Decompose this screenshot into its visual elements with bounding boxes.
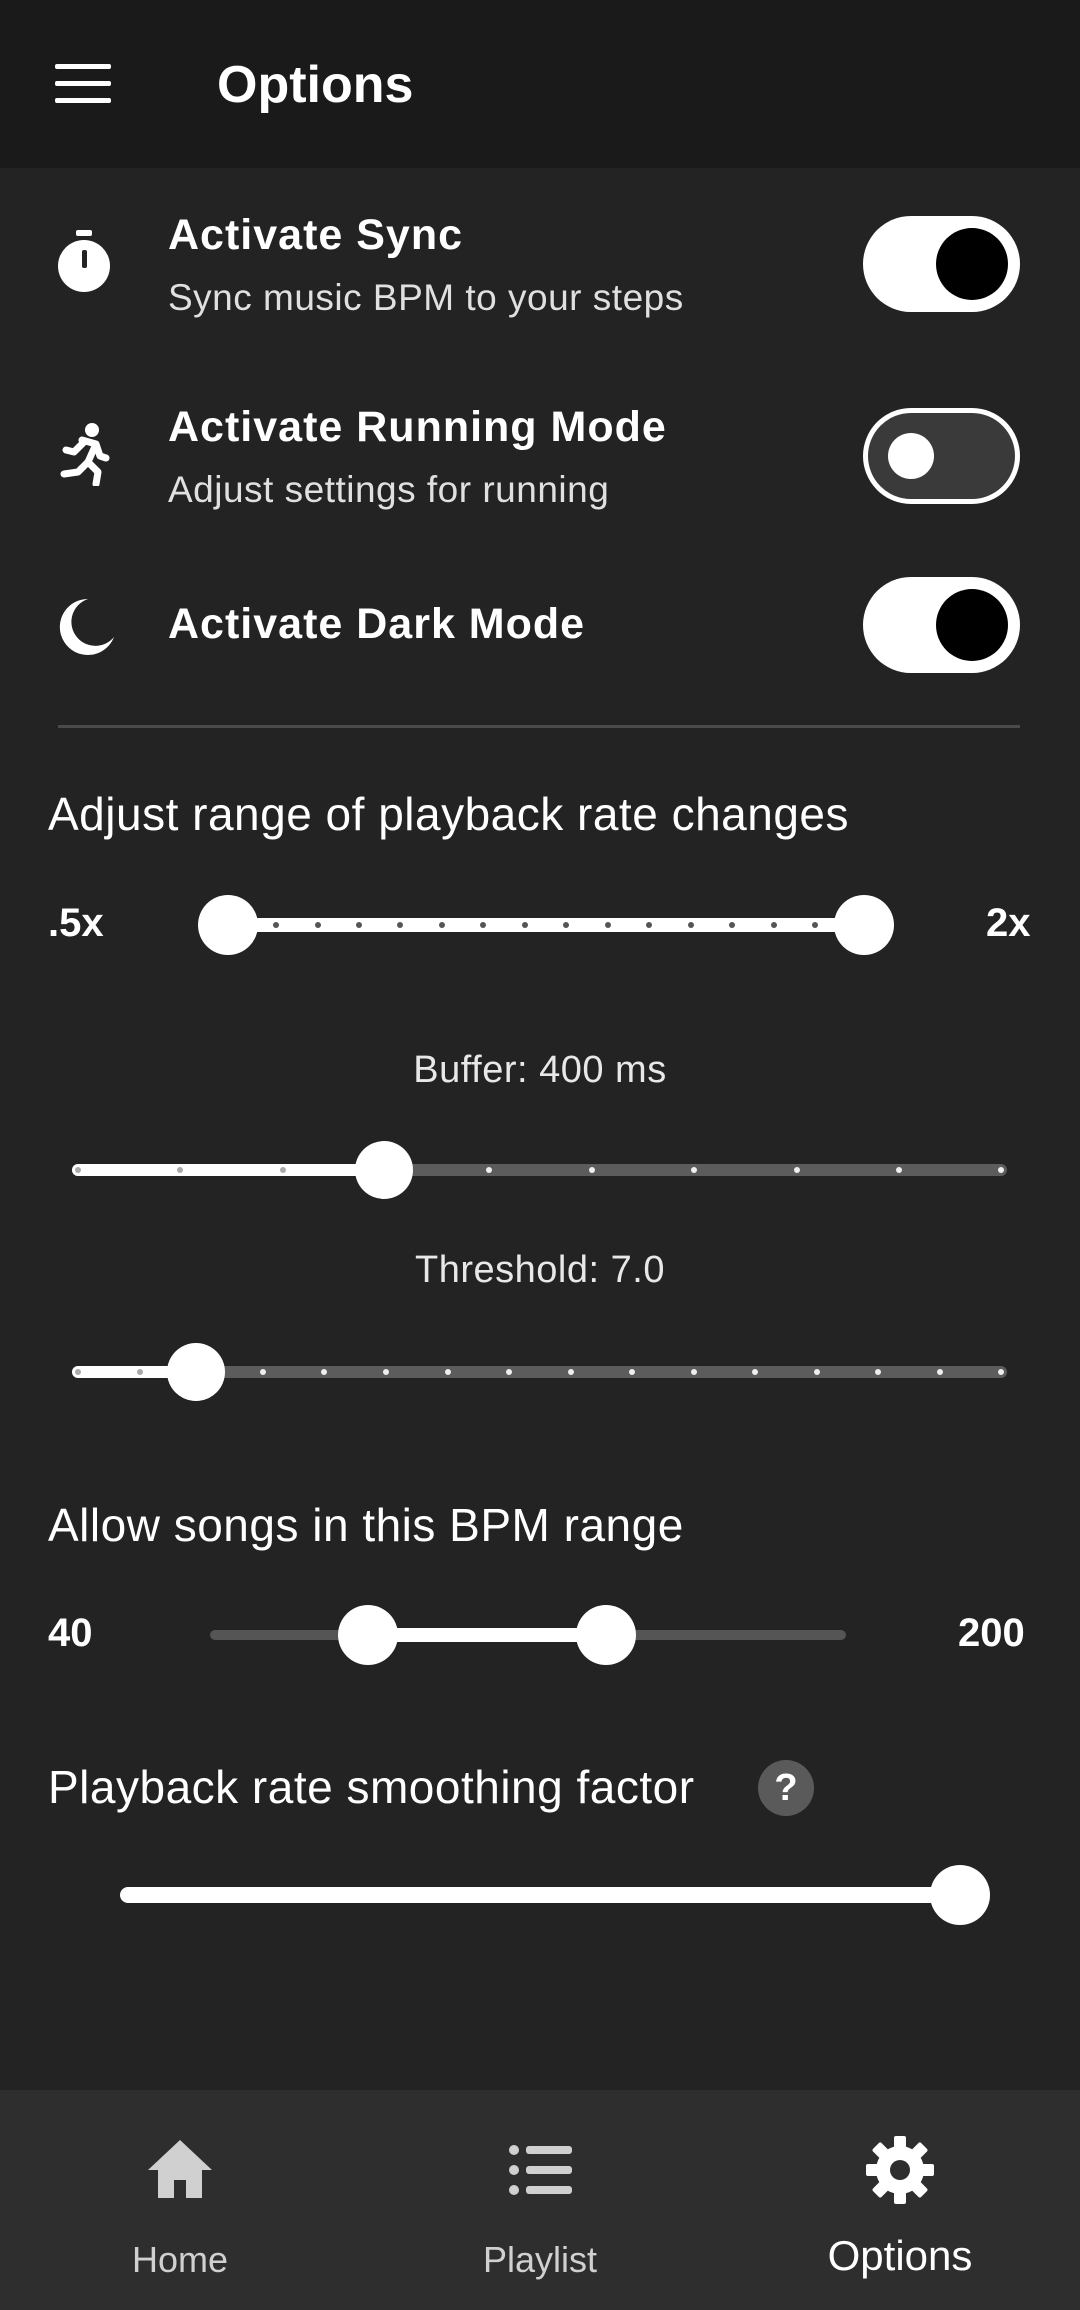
smoothing-title: Playback rate smoothing factor xyxy=(48,1761,695,1813)
nav-item-options[interactable]: Options xyxy=(720,2090,1080,2310)
switch-knob xyxy=(888,433,934,479)
slider-thumb[interactable] xyxy=(930,1865,990,1925)
gear-icon xyxy=(866,2136,934,2204)
playback-range-title: Adjust range of playback rate changes xyxy=(48,788,849,840)
dark-mode-switch[interactable] xyxy=(863,577,1020,673)
buffer-slider[interactable] xyxy=(0,1130,1080,1210)
toggle-subtitle: Sync music BPM to your steps xyxy=(168,277,684,318)
toggle-title: Activate Sync xyxy=(168,211,464,259)
nav-item-home[interactable]: Home xyxy=(0,2090,360,2310)
threshold-label: Threshold: 7.0 xyxy=(415,1249,665,1291)
nav-label: Options xyxy=(827,2232,973,2279)
toggle-row-running-mode[interactable]: Activate Running Mode Adjust settings fo… xyxy=(0,392,1080,522)
slider-track-active xyxy=(120,1887,960,1903)
toggle-subtitle: Adjust settings for running xyxy=(168,469,610,510)
toggle-title: Activate Dark Mode xyxy=(168,600,586,648)
playback-range-slider[interactable] xyxy=(0,880,1080,970)
app-bar: Options xyxy=(0,0,1080,168)
menu-icon[interactable] xyxy=(55,64,111,104)
toggle-title: Activate Running Mode xyxy=(168,403,667,451)
threshold-slider[interactable] xyxy=(0,1332,1080,1412)
toggle-row-sync[interactable]: Activate Sync Sync music BPM to your ste… xyxy=(0,200,1080,330)
divider xyxy=(58,725,1020,728)
page-title: Options xyxy=(217,56,414,114)
running-mode-switch[interactable] xyxy=(863,408,1020,504)
sync-switch[interactable] xyxy=(863,216,1020,312)
bpm-range-title: Allow songs in this BPM range xyxy=(48,1499,684,1551)
nav-item-playlist[interactable]: Playlist xyxy=(360,2090,720,2310)
list-icon xyxy=(509,2145,572,2195)
help-icon[interactable]: ? xyxy=(758,1760,814,1816)
slider-track-active xyxy=(72,1164,384,1176)
bottom-navigation: Home Playlist Options xyxy=(0,2090,1080,2310)
running-icon xyxy=(60,423,110,486)
nav-label: Home xyxy=(131,2239,229,2280)
bpm-range-slider[interactable] xyxy=(0,1590,1080,1680)
buffer-label: Buffer: 400 ms xyxy=(413,1049,667,1091)
slider-thumb-min[interactable] xyxy=(198,895,258,955)
slider-thumb-max[interactable] xyxy=(834,895,894,955)
switch-knob xyxy=(936,228,1008,300)
slider-track xyxy=(228,918,864,932)
stopwatch-icon xyxy=(58,230,110,292)
slider-track-active xyxy=(368,1628,606,1642)
smoothing-slider[interactable] xyxy=(0,1850,1080,1940)
home-icon xyxy=(148,2140,212,2198)
slider-thumb[interactable] xyxy=(355,1141,413,1199)
moon-icon xyxy=(59,598,114,655)
slider-thumb[interactable] xyxy=(167,1343,225,1401)
slider-thumb-min[interactable] xyxy=(338,1605,398,1665)
toggle-row-dark-mode[interactable]: Activate Dark Mode xyxy=(0,570,1080,680)
nav-label: Playlist xyxy=(482,2239,598,2280)
switch-knob xyxy=(936,589,1008,661)
slider-thumb-max[interactable] xyxy=(576,1605,636,1665)
